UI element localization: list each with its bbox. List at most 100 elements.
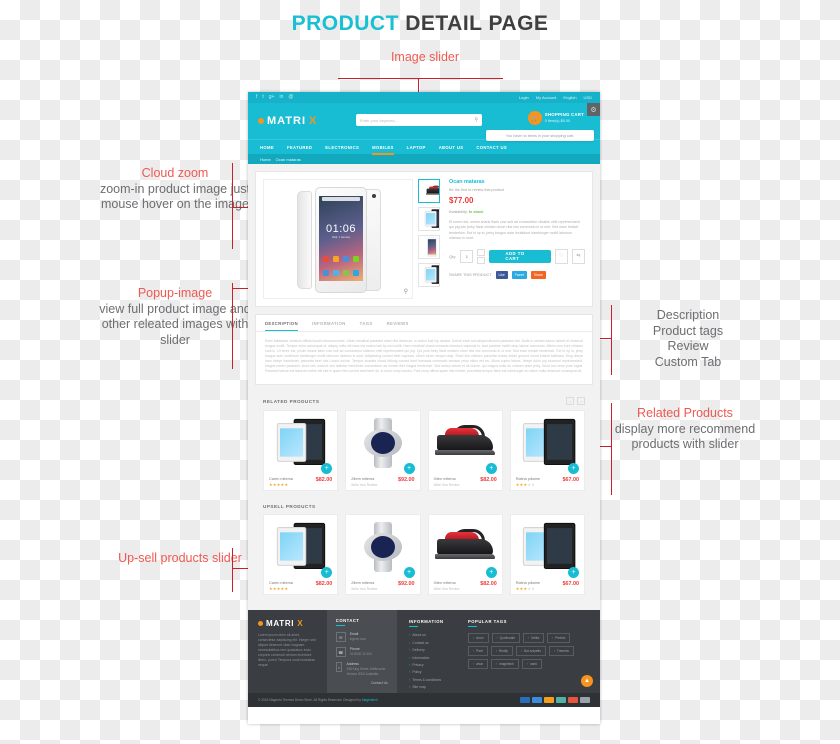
footer-link-site-map[interactable]: Site map: [409, 685, 458, 689]
nav-item-about-us[interactable]: ABOUT US: [439, 145, 464, 150]
copyright-text: © 2015 Magento Themes Demo Store. All Ri…: [258, 698, 361, 703]
footer-logo[interactable]: MATRI X: [258, 619, 317, 628]
social-icons[interactable]: f t g+ in @: [256, 92, 293, 103]
facebook-like-button[interactable]: Like: [495, 270, 508, 279]
linkedin-icon[interactable]: in: [279, 92, 283, 103]
share-button[interactable]: Share: [530, 270, 546, 279]
nav-item-home[interactable]: HOME: [260, 145, 274, 150]
gear-icon[interactable]: ⚙: [587, 103, 600, 116]
copyright-link[interactable]: Magentech: [362, 698, 378, 702]
nav-item-electronics[interactable]: ELECTRONICS: [325, 145, 359, 150]
heart-icon[interactable]: ♡: [554, 248, 568, 264]
quantity-stepper[interactable]: [477, 248, 486, 264]
login-link[interactable]: Login: [519, 92, 529, 103]
footer-link-terms[interactable]: Terms & conditions: [409, 678, 458, 682]
contact-email-value[interactable]: ingexe.com: [350, 637, 366, 641]
search-box[interactable]: Enter your keyword... ⚲: [356, 114, 482, 126]
product-card[interactable]: + Xiten mitema Write Your Review $82.00: [427, 514, 503, 595]
product-card[interactable]: + Ratina pikame ★★★★★ $67.00: [509, 514, 585, 595]
nav-item-mobiles[interactable]: MOBILES: [372, 145, 394, 155]
tab-reviews[interactable]: REVIEWS: [387, 321, 409, 331]
nav-item-contact-us[interactable]: CONTACT US: [476, 145, 507, 150]
breadcrumb-home[interactable]: Home: [260, 157, 271, 162]
tag-item[interactable]: Delita: [523, 633, 545, 644]
add-to-cart-icon[interactable]: +: [403, 463, 415, 474]
tag-item[interactable]: ahon: [468, 659, 489, 670]
tag-item[interactable]: magnitech: [491, 659, 519, 670]
product-card[interactable]: + Ratina pikame ★★★★★ $67.00: [509, 410, 585, 491]
footer-link-contact-us[interactable]: Contact us: [409, 641, 458, 645]
tag-item[interactable]: nanti: [521, 659, 542, 670]
product-card-review-link[interactable]: Write Your Review: [434, 587, 460, 591]
contact-us-button[interactable]: Contact Us: [336, 681, 388, 685]
ipad-art: [276, 418, 325, 466]
add-to-cart-icon[interactable]: +: [568, 463, 579, 474]
twitter-icon[interactable]: t: [262, 92, 263, 103]
product-card[interactable]: + Caren mitema ★★★★★ $82.00: [263, 514, 339, 595]
thumbnail-3[interactable]: [418, 263, 440, 287]
footer-link-privacy[interactable]: Privacy: [409, 663, 458, 667]
tab-description[interactable]: DESCRIPTION: [265, 321, 299, 331]
quantity-input[interactable]: 1: [460, 249, 474, 263]
twitter-tweet-button[interactable]: Tweet: [511, 270, 527, 279]
stepper-down[interactable]: [477, 256, 486, 264]
site-logo[interactable]: MATRI X: [258, 115, 317, 127]
related-slider-controls[interactable]: ‹ ›: [566, 397, 585, 405]
discover-icon: [568, 697, 578, 704]
footer-link-delivery[interactable]: Delivery: [409, 648, 458, 652]
cart-icon[interactable]: 🛒: [527, 111, 542, 125]
product-card[interactable]: + Zitem mitema Write Your Review $92.00: [345, 410, 421, 491]
product-card-review-link[interactable]: Write Your Review: [351, 587, 377, 591]
stepper-up[interactable]: [477, 248, 486, 256]
add-to-cart-icon[interactable]: +: [568, 567, 579, 578]
slider-prev-button[interactable]: ‹: [566, 397, 574, 405]
tag-item[interactable]: Pertect: [547, 633, 571, 644]
product-card-review-link[interactable]: Write Your Review: [351, 483, 377, 487]
product-main-image[interactable]: 01:06 Wed, 1 January ⚲: [263, 179, 413, 299]
tab-tags[interactable]: TAGS: [360, 321, 373, 331]
product-card-review-link[interactable]: Write Your Review: [434, 483, 460, 487]
paypal-icon: [520, 697, 530, 704]
annotation-tabs: Description Product tags Review Custom T…: [613, 308, 763, 370]
thumbnail-1[interactable]: [418, 207, 440, 231]
iron-art: [435, 424, 496, 461]
tag-item[interactable]: Really: [490, 646, 513, 657]
facebook-icon[interactable]: f: [256, 92, 257, 103]
thumbnail-0[interactable]: [418, 179, 440, 203]
footer-link-information[interactable]: Information: [409, 656, 458, 660]
add-to-cart-icon[interactable]: +: [403, 567, 415, 578]
my-account-link[interactable]: My Account: [536, 92, 557, 103]
shopping-cart-widget[interactable]: 🛒 SHOPPING CART 0 item(s) $0.00: [527, 111, 584, 125]
tag-item[interactable]: Qunfionale: [491, 633, 520, 644]
tag-item[interactable]: Traverta: [548, 646, 574, 657]
search-icon[interactable]: ⚲: [474, 117, 478, 123]
footer-link-about-us[interactable]: About us: [409, 633, 458, 637]
footer-link-policy[interactable]: Policy: [409, 670, 458, 674]
thumbnail-2[interactable]: [418, 235, 440, 259]
product-card[interactable]: + Caren mitema ★★★★★ $82.00: [263, 410, 339, 491]
add-to-cart-icon[interactable]: +: [485, 567, 497, 578]
tag-item[interactable]: Anno: [468, 633, 489, 644]
add-to-cart-icon[interactable]: +: [485, 463, 497, 474]
product-card[interactable]: + Xiten mitema Write Your Review $82.00: [427, 410, 503, 491]
language-select[interactable]: English: [563, 92, 576, 103]
contact-phone-row: ☎ Phone 02 8000 11 000: [335, 647, 388, 658]
compare-icon[interactable]: ⇆: [571, 248, 585, 264]
search-input[interactable]: Enter your keyword...: [360, 118, 474, 123]
add-to-cart-button[interactable]: ADD TO CART: [489, 249, 551, 263]
tablet-screen: 01:06 Wed, 1 January: [319, 196, 363, 281]
tag-item[interactable]: Not-snipetis: [515, 646, 546, 657]
nav-item-laptop[interactable]: LAPTOP: [407, 145, 426, 150]
tab-information[interactable]: INFORMATION: [312, 321, 346, 331]
nav-item-featured[interactable]: FEATURED: [287, 145, 312, 150]
currency-select[interactable]: USD: [584, 92, 592, 103]
slider-next-button[interactable]: ›: [577, 397, 585, 405]
google-plus-icon[interactable]: g+: [269, 92, 275, 103]
rss-icon[interactable]: @: [288, 92, 293, 103]
magnifier-icon[interactable]: ⚲: [404, 288, 408, 295]
product-card[interactable]: + Zitem mitema Write Your Review $92.00: [345, 514, 421, 595]
contact-phone-label: Phone: [349, 647, 360, 652]
tag-item[interactable]: Pixel: [468, 646, 488, 657]
product-review-link[interactable]: Be the first to review this product: [449, 188, 585, 192]
arrow-up-icon[interactable]: ▲: [581, 675, 593, 688]
